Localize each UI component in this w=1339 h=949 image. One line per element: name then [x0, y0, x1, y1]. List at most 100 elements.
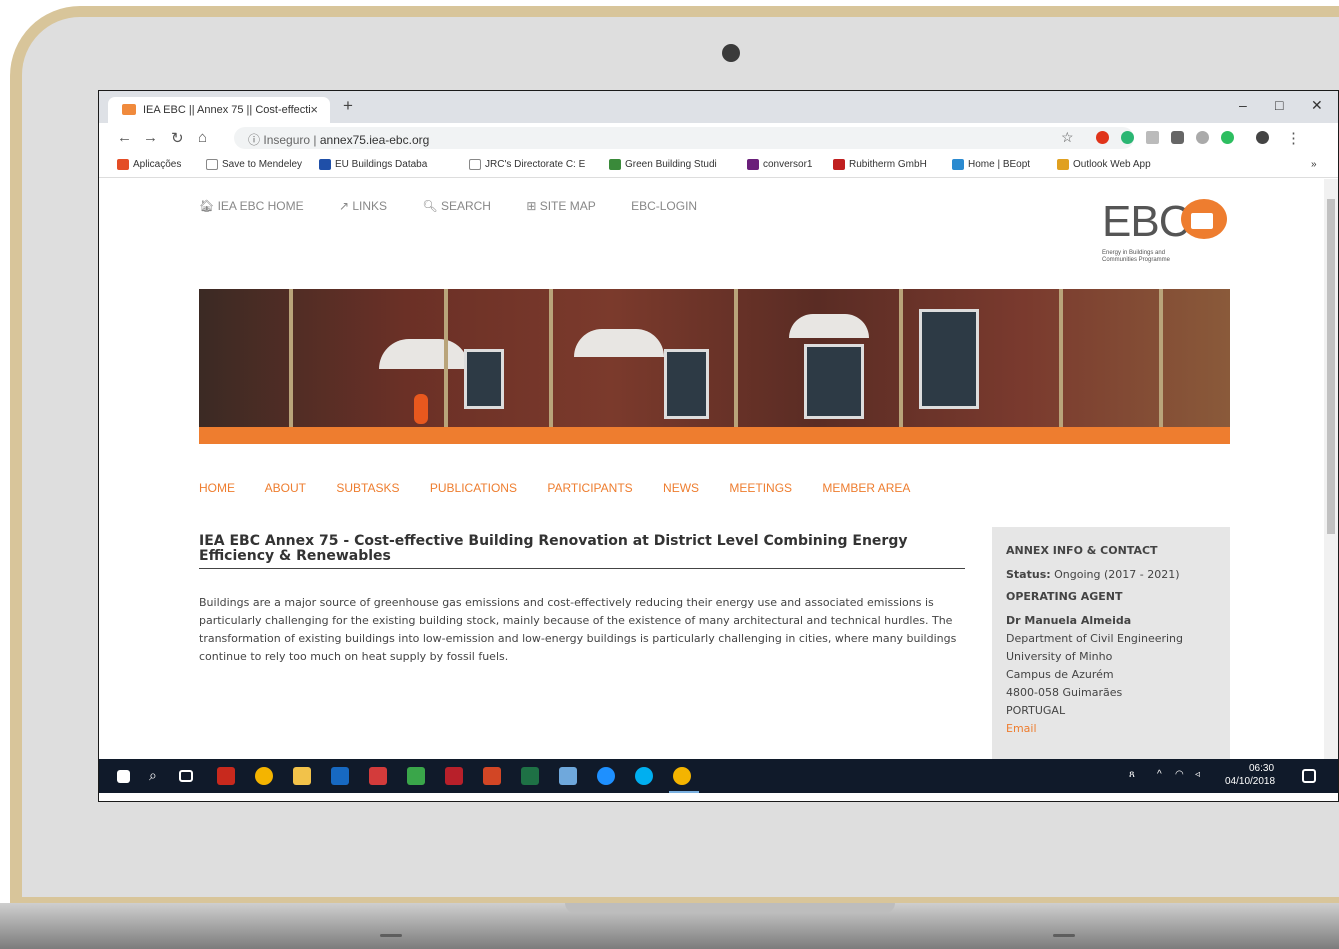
nav-meetings[interactable]: MEETINGS	[729, 481, 792, 495]
evernote-icon[interactable]	[407, 767, 425, 785]
opera-icon[interactable]	[1096, 131, 1109, 144]
nav-news[interactable]: NEWS	[663, 481, 699, 495]
menu-icon[interactable]: ⋮	[1286, 129, 1301, 147]
new-tab-button[interactable]: +	[343, 96, 353, 116]
bookmarks-bar: Aplicações Save to Mendeley EU Buildings…	[99, 153, 1338, 178]
bookmark-item[interactable]: Rubitherm GmbH	[833, 159, 927, 170]
outlook-icon[interactable]	[331, 767, 349, 785]
powerpoint-icon[interactable]	[483, 767, 501, 785]
apps-icon	[117, 159, 129, 170]
links-link[interactable]: ↗ LINKS	[339, 199, 403, 213]
close-button[interactable]: ✕	[1311, 97, 1323, 114]
url-text: annex75.iea-ebc.org	[319, 133, 430, 147]
scaffold-pole	[444, 289, 448, 427]
home-icon[interactable]: ⌂	[198, 129, 207, 146]
star-icon[interactable]: ☆	[1061, 129, 1074, 146]
search-link[interactable]: 🔍︎ SEARCH	[422, 199, 507, 213]
active-indicator	[669, 791, 699, 793]
skype-icon[interactable]	[635, 767, 653, 785]
laptop-notch	[565, 903, 895, 913]
extension-icon[interactable]	[1196, 131, 1209, 144]
bookmark-item[interactable]: Outlook Web App	[1057, 159, 1151, 170]
nav-member-area[interactable]: MEMBER AREA	[822, 481, 910, 495]
bookmarks-more-button[interactable]: »	[1311, 159, 1317, 170]
account-icon[interactable]	[1256, 131, 1269, 144]
nav-publications[interactable]: PUBLICATIONS	[430, 481, 517, 495]
bookmark-item[interactable]: conversor1	[747, 159, 812, 170]
scaffold-pole	[1159, 289, 1163, 427]
clock-time[interactable]: 06:30	[1249, 763, 1274, 774]
scaffold-pole	[1059, 289, 1063, 427]
search-icon[interactable]: ⌕	[149, 767, 157, 784]
bookmark-item[interactable]: Save to Mendeley	[206, 159, 302, 170]
reload-icon[interactable]: ↻	[171, 129, 184, 147]
volume-icon[interactable]: ◃	[1195, 769, 1200, 780]
page-scrollbar[interactable]	[1324, 179, 1338, 759]
file-explorer-icon[interactable]	[293, 767, 311, 785]
bookmark-item[interactable]: JRC's Directorate C: E	[469, 159, 585, 170]
acrobat-icon[interactable]	[217, 767, 235, 785]
notes-icon[interactable]	[559, 767, 577, 785]
tab-bar: IEA EBC || Annex 75 || Cost-effecti × + …	[99, 91, 1338, 123]
page-icon	[469, 159, 481, 170]
ebc-logo[interactable]: EBC	[1102, 197, 1190, 247]
main-navigation: HOME ABOUT SUBTASKS PUBLICATIONS PARTICI…	[199, 481, 937, 495]
browser-tab[interactable]: IEA EBC || Annex 75 || Cost-effecti ×	[108, 97, 330, 123]
status-line: Status: Ongoing (2017 - 2021)	[1006, 568, 1180, 581]
grammarly-icon[interactable]	[1121, 131, 1134, 144]
windows-taskbar: ⌕ ጸ ^ ◠ ◃ 06:30 04/10/2018	[99, 759, 1338, 793]
bookmark-item[interactable]: EU Buildings Databa	[319, 159, 427, 170]
mendeley-icon[interactable]	[445, 767, 463, 785]
clock-date[interactable]: 04/10/2018	[1225, 776, 1275, 787]
worker-figure	[414, 394, 428, 424]
bookmark-item[interactable]: Aplicações	[117, 159, 181, 170]
address-line: PORTUGAL	[1006, 704, 1066, 717]
bookmark-item[interactable]: Home | BEopt	[952, 159, 1030, 170]
login-link[interactable]: EBC-LOGIN	[631, 199, 697, 213]
document-icon[interactable]	[1146, 131, 1159, 144]
url-field[interactable]: ⓘ Inseguro | annex75.iea-ebc.org	[234, 127, 1134, 149]
forward-icon[interactable]: →	[143, 129, 158, 146]
tab-close-icon[interactable]: ×	[310, 102, 318, 117]
app-icon[interactable]	[369, 767, 387, 785]
banner-image	[199, 289, 1230, 444]
agent-heading: OPERATING AGENT	[1006, 590, 1123, 603]
sitemap-link[interactable]: ⊞ SITE MAP	[526, 199, 611, 213]
scrollbar-thumb[interactable]	[1327, 199, 1335, 534]
task-view-icon[interactable]	[179, 770, 193, 782]
nav-subtasks[interactable]: SUBTASKS	[336, 481, 399, 495]
nav-home[interactable]: HOME	[199, 481, 235, 495]
window	[664, 349, 709, 419]
chrome-active-icon[interactable]	[673, 767, 691, 785]
tray-arrow-icon[interactable]: ^	[1157, 769, 1162, 780]
info-icon: ⓘ	[248, 133, 261, 147]
bookmark-item[interactable]: Green Building Studi	[609, 159, 717, 170]
notification-icon[interactable]	[1302, 769, 1316, 783]
window-arch	[379, 339, 469, 369]
chrome-icon[interactable]	[255, 767, 273, 785]
email-link[interactable]: Email	[1006, 720, 1230, 738]
page-title: IEA EBC Annex 75 - Cost-effective Buildi…	[199, 533, 908, 564]
outlook-icon	[1057, 159, 1069, 170]
title-divider	[199, 568, 965, 569]
evernote-icon[interactable]	[1221, 131, 1234, 144]
webcam-icon	[722, 44, 740, 62]
minimize-button[interactable]: –	[1239, 97, 1247, 113]
excel-icon[interactable]	[521, 767, 539, 785]
people-icon[interactable]: ጸ	[1129, 769, 1135, 780]
laptop-frame: IEA EBC || Annex 75 || Cost-effecti × + …	[0, 0, 1339, 949]
nav-participants[interactable]: PARTICIPANTS	[547, 481, 632, 495]
address-line: Department of Civil Engineering	[1006, 632, 1184, 645]
favicon-icon	[122, 104, 136, 115]
pocket-icon[interactable]	[1171, 131, 1184, 144]
eu-flag-icon	[319, 159, 331, 170]
home-link[interactable]: 🏠︎ IEA EBC HOME	[199, 199, 320, 213]
browser-window: IEA EBC || Annex 75 || Cost-effecti × + …	[98, 90, 1339, 802]
network-icon[interactable]: ◠	[1175, 769, 1184, 780]
edge-icon[interactable]	[597, 767, 615, 785]
windows-start-icon[interactable]	[117, 770, 130, 783]
restore-button[interactable]: □	[1275, 97, 1283, 113]
nav-about[interactable]: ABOUT	[265, 481, 306, 495]
window	[919, 309, 979, 409]
back-icon[interactable]: ←	[117, 129, 132, 146]
